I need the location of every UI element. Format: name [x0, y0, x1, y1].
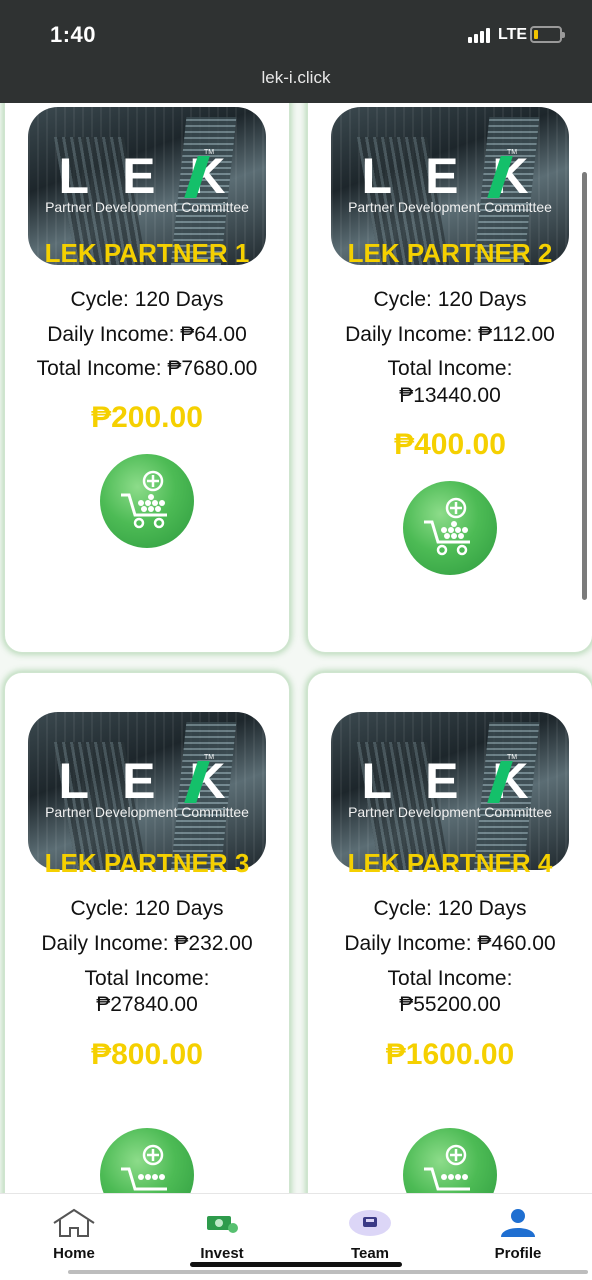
status-bar: 1:40 LTE lek-i.click	[0, 0, 592, 103]
plan-price: ₱200.00	[91, 401, 203, 434]
battery-icon	[530, 26, 565, 43]
plan-banner-image: L E K TM Partner Development Committee	[331, 712, 569, 870]
plan-card: L E K TM Partner Development Committee L…	[4, 103, 290, 653]
plan-price: ₱1600.00	[385, 1038, 515, 1071]
nav-profile-label: Profile	[494, 1245, 542, 1262]
plan-cycle: Cycle: 120 Days	[70, 288, 224, 311]
signal-icon	[468, 28, 490, 43]
banner-tagline: Partner Development Committee	[45, 199, 249, 215]
plan-total-income: Total Income: ₱7680.00	[36, 357, 258, 380]
lek-logo: L E K	[361, 148, 539, 204]
plan-cycle: Cycle: 120 Days	[70, 897, 224, 920]
profile-icon	[501, 1209, 535, 1237]
home-indicator[interactable]	[190, 1262, 402, 1267]
plan-price: ₱400.00	[394, 428, 506, 461]
lek-logo: L E K	[361, 753, 539, 809]
clock: 1:40	[50, 22, 97, 47]
buy-cart-button[interactable]	[100, 1128, 194, 1193]
plan-title: LEK PARTNER 4	[347, 848, 553, 878]
plan-title: LEK PARTNER 1	[44, 238, 250, 268]
plan-daily-income: Daily Income: ₱112.00	[345, 323, 555, 346]
plan-total-income-label: Total Income:	[387, 967, 513, 990]
plan-banner-image: L E K TM Partner Development Committee	[28, 712, 266, 870]
plan-title: LEK PARTNER 3	[44, 848, 250, 878]
nav-team-label: Team	[350, 1245, 390, 1262]
home-icon	[53, 1208, 95, 1237]
plan-daily-income: Daily Income: ₱460.00	[344, 932, 556, 955]
plan-title: LEK PARTNER 2	[347, 238, 553, 268]
lek-logo: L E K	[58, 753, 236, 809]
browser-bottom-bar	[68, 1270, 588, 1274]
plan-total-income-value: ₱27840.00	[96, 993, 198, 1016]
plan-total-income-value: ₱13440.00	[399, 384, 501, 407]
plan-card: L E K TM Partner Development Committee L…	[307, 103, 592, 653]
money-icon	[207, 1216, 238, 1233]
banner-tagline: Partner Development Committee	[45, 804, 249, 820]
plan-daily-income: Daily Income: ₱232.00	[41, 932, 253, 955]
url-bar[interactable]: lek-i.click	[0, 68, 592, 88]
plan-cycle: Cycle: 120 Days	[373, 897, 527, 920]
nav-home[interactable]: Home	[0, 1194, 148, 1280]
nav-team[interactable]: Team	[296, 1194, 444, 1280]
nav-home-label: Home	[53, 1245, 95, 1262]
buy-cart-button[interactable]	[100, 454, 194, 548]
banner-tagline: Partner Development Committee	[348, 199, 552, 215]
plan-card: L E K TM Partner Development Committee L…	[4, 672, 290, 1193]
plan-daily-income: Daily Income: ₱64.00	[47, 323, 247, 346]
plan-total-income-label: Total Income:	[387, 357, 513, 380]
cart-icon	[424, 497, 470, 556]
nav-invest[interactable]: Invest	[148, 1194, 296, 1280]
cart-icon	[424, 1144, 470, 1191]
plan-grid: L E K TM Partner Development Committee L…	[0, 103, 592, 1193]
cart-icon	[121, 470, 167, 529]
plan-cycle: Cycle: 120 Days	[373, 288, 527, 311]
plan-total-income-value: ₱55200.00	[399, 993, 501, 1016]
scrollbar[interactable]	[582, 172, 587, 600]
buy-cart-button[interactable]	[403, 1128, 497, 1193]
buy-cart-button[interactable]	[403, 481, 497, 575]
nav-profile[interactable]: Profile	[444, 1194, 592, 1280]
plan-price: ₱800.00	[91, 1038, 203, 1071]
team-icon	[349, 1210, 391, 1236]
lek-logo: L E K	[58, 148, 236, 204]
banner-tagline: Partner Development Committee	[348, 804, 552, 820]
nav-invest-label: Invest	[200, 1245, 244, 1262]
plan-card: L E K TM Partner Development Committee L…	[307, 672, 592, 1193]
plan-total-income-label: Total Income:	[84, 967, 210, 990]
network-type: LTE	[498, 26, 528, 43]
cart-icon	[121, 1144, 167, 1191]
